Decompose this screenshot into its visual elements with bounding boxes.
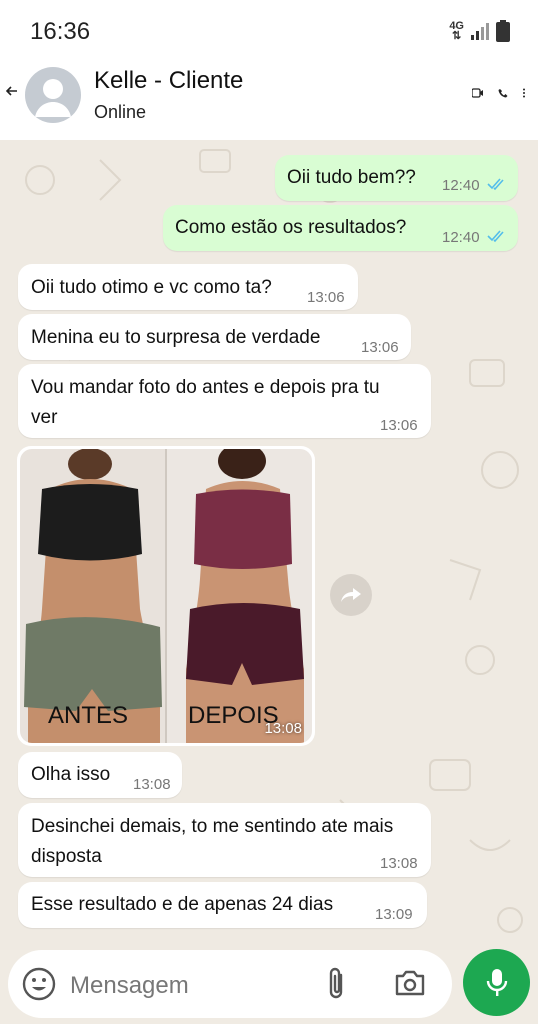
- forward-icon[interactable]: [330, 574, 372, 616]
- header-actions: [472, 88, 526, 98]
- before-after-image: ANTES DEPOIS: [20, 449, 312, 743]
- message-composer: Mensagem: [8, 950, 452, 1018]
- message-input[interactable]: Mensagem: [70, 972, 189, 1000]
- before-caption: ANTES: [48, 702, 128, 729]
- camera-icon[interactable]: [394, 969, 426, 997]
- message-bubble-incoming[interactable]: Desinchei demais, to me sentindo ate mai…: [18, 803, 431, 877]
- message-time: 13:06: [361, 339, 399, 356]
- status-icons: 4G ⇅: [449, 20, 510, 42]
- contact-presence: Online: [94, 102, 147, 122]
- status-time: 16:36: [30, 18, 91, 45]
- message-bubble-incoming[interactable]: Esse resultado e de apenas 24 dias 13:09: [18, 882, 427, 928]
- message-bubble-incoming[interactable]: Olha isso 13:08: [18, 752, 182, 798]
- signal-icon: [471, 23, 489, 40]
- message-time: 13:06: [307, 289, 345, 306]
- message-time: 13:06: [380, 417, 418, 434]
- chat-header: Kelle - Cliente Online: [0, 62, 538, 140]
- message-time: 13:08: [264, 720, 302, 737]
- arrow-left-icon[interactable]: [5, 84, 18, 100]
- message-time: 12:40: [442, 229, 480, 246]
- message-text: Oii tudo otimo e vc como ta?: [31, 277, 272, 298]
- message-text: Esse resultado e de apenas 24 dias: [31, 894, 334, 915]
- message-bubble-incoming[interactable]: Oii tudo otimo e vc como ta? 13:06: [18, 264, 358, 310]
- message-time: 13:09: [375, 906, 413, 923]
- message-time: 12:40: [442, 177, 480, 194]
- avatar[interactable]: [25, 67, 81, 123]
- message-text: Oii tudo bem??: [287, 167, 416, 188]
- video-call-icon[interactable]: [472, 88, 484, 98]
- message-bubble-incoming[interactable]: Vou mandar foto do antes e depois pra tu…: [18, 364, 431, 438]
- read-receipt-icon: [487, 230, 504, 243]
- message-text: Olha isso: [31, 764, 111, 785]
- contact-name[interactable]: Kelle - Cliente: [94, 67, 243, 95]
- message-text: Como estão os resultados?: [175, 217, 407, 238]
- network-indicator: 4G ⇅: [449, 21, 464, 42]
- message-bubble-outgoing[interactable]: Como estão os resultados? 12:40: [163, 205, 518, 251]
- message-text: Desinchei demais, to me sentindo ate mai…: [31, 816, 394, 867]
- microphone-icon[interactable]: [463, 949, 530, 1016]
- message-text: Vou mandar foto do antes e depois pra tu…: [31, 377, 380, 428]
- data-arrows-icon: ⇅: [452, 30, 462, 42]
- emoji-icon[interactable]: [22, 967, 56, 1001]
- read-receipt-icon: [487, 178, 504, 191]
- image-message[interactable]: ANTES DEPOIS 13:08: [17, 446, 315, 746]
- message-bubble-outgoing[interactable]: Oii tudo bem?? 12:40: [275, 155, 518, 201]
- phone-icon[interactable]: [498, 88, 508, 98]
- paperclip-icon[interactable]: [326, 967, 348, 1001]
- battery-icon: [496, 20, 510, 42]
- message-text: Menina eu to surpresa de verdade: [31, 327, 321, 348]
- message-time: 13:08: [133, 776, 171, 793]
- message-time: 13:08: [380, 855, 418, 872]
- more-vert-icon[interactable]: [522, 88, 526, 98]
- message-bubble-incoming[interactable]: Menina eu to surpresa de verdade 13:06: [18, 314, 411, 360]
- status-bar: 16:36 4G ⇅: [0, 0, 538, 62]
- before-after-photo[interactable]: ANTES DEPOIS 13:08: [20, 449, 312, 743]
